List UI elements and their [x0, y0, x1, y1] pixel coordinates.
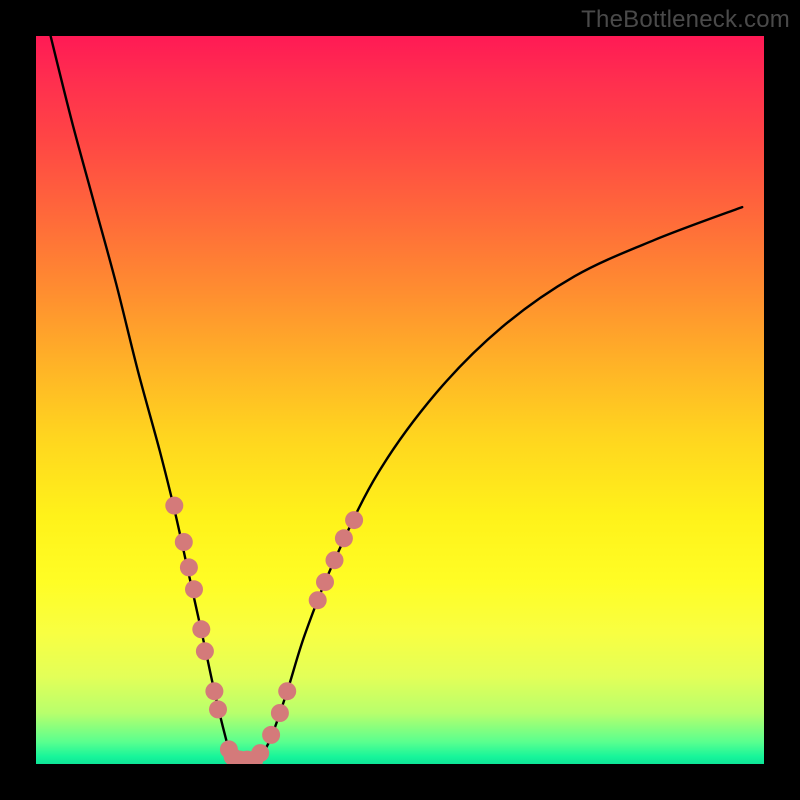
marker-point: [309, 591, 327, 609]
chart-frame: TheBottleneck.com: [0, 0, 800, 800]
marker-point: [326, 551, 344, 569]
marker-point: [345, 511, 363, 529]
watermark-text: TheBottleneck.com: [581, 6, 790, 34]
highlight-markers: [165, 497, 363, 764]
marker-point: [165, 497, 183, 515]
marker-point: [209, 700, 227, 718]
marker-point: [175, 533, 193, 551]
marker-point: [180, 558, 198, 576]
marker-point: [278, 682, 296, 700]
marker-point: [251, 744, 269, 762]
plot-area: [36, 36, 764, 764]
marker-point: [205, 682, 223, 700]
marker-point: [335, 529, 353, 547]
marker-point: [316, 573, 334, 591]
curve-layer: [36, 36, 764, 764]
marker-point: [196, 642, 214, 660]
marker-point: [185, 580, 203, 598]
marker-point: [271, 704, 289, 722]
marker-point: [192, 620, 210, 638]
bottleneck-curve: [51, 36, 743, 761]
marker-point: [262, 726, 280, 744]
